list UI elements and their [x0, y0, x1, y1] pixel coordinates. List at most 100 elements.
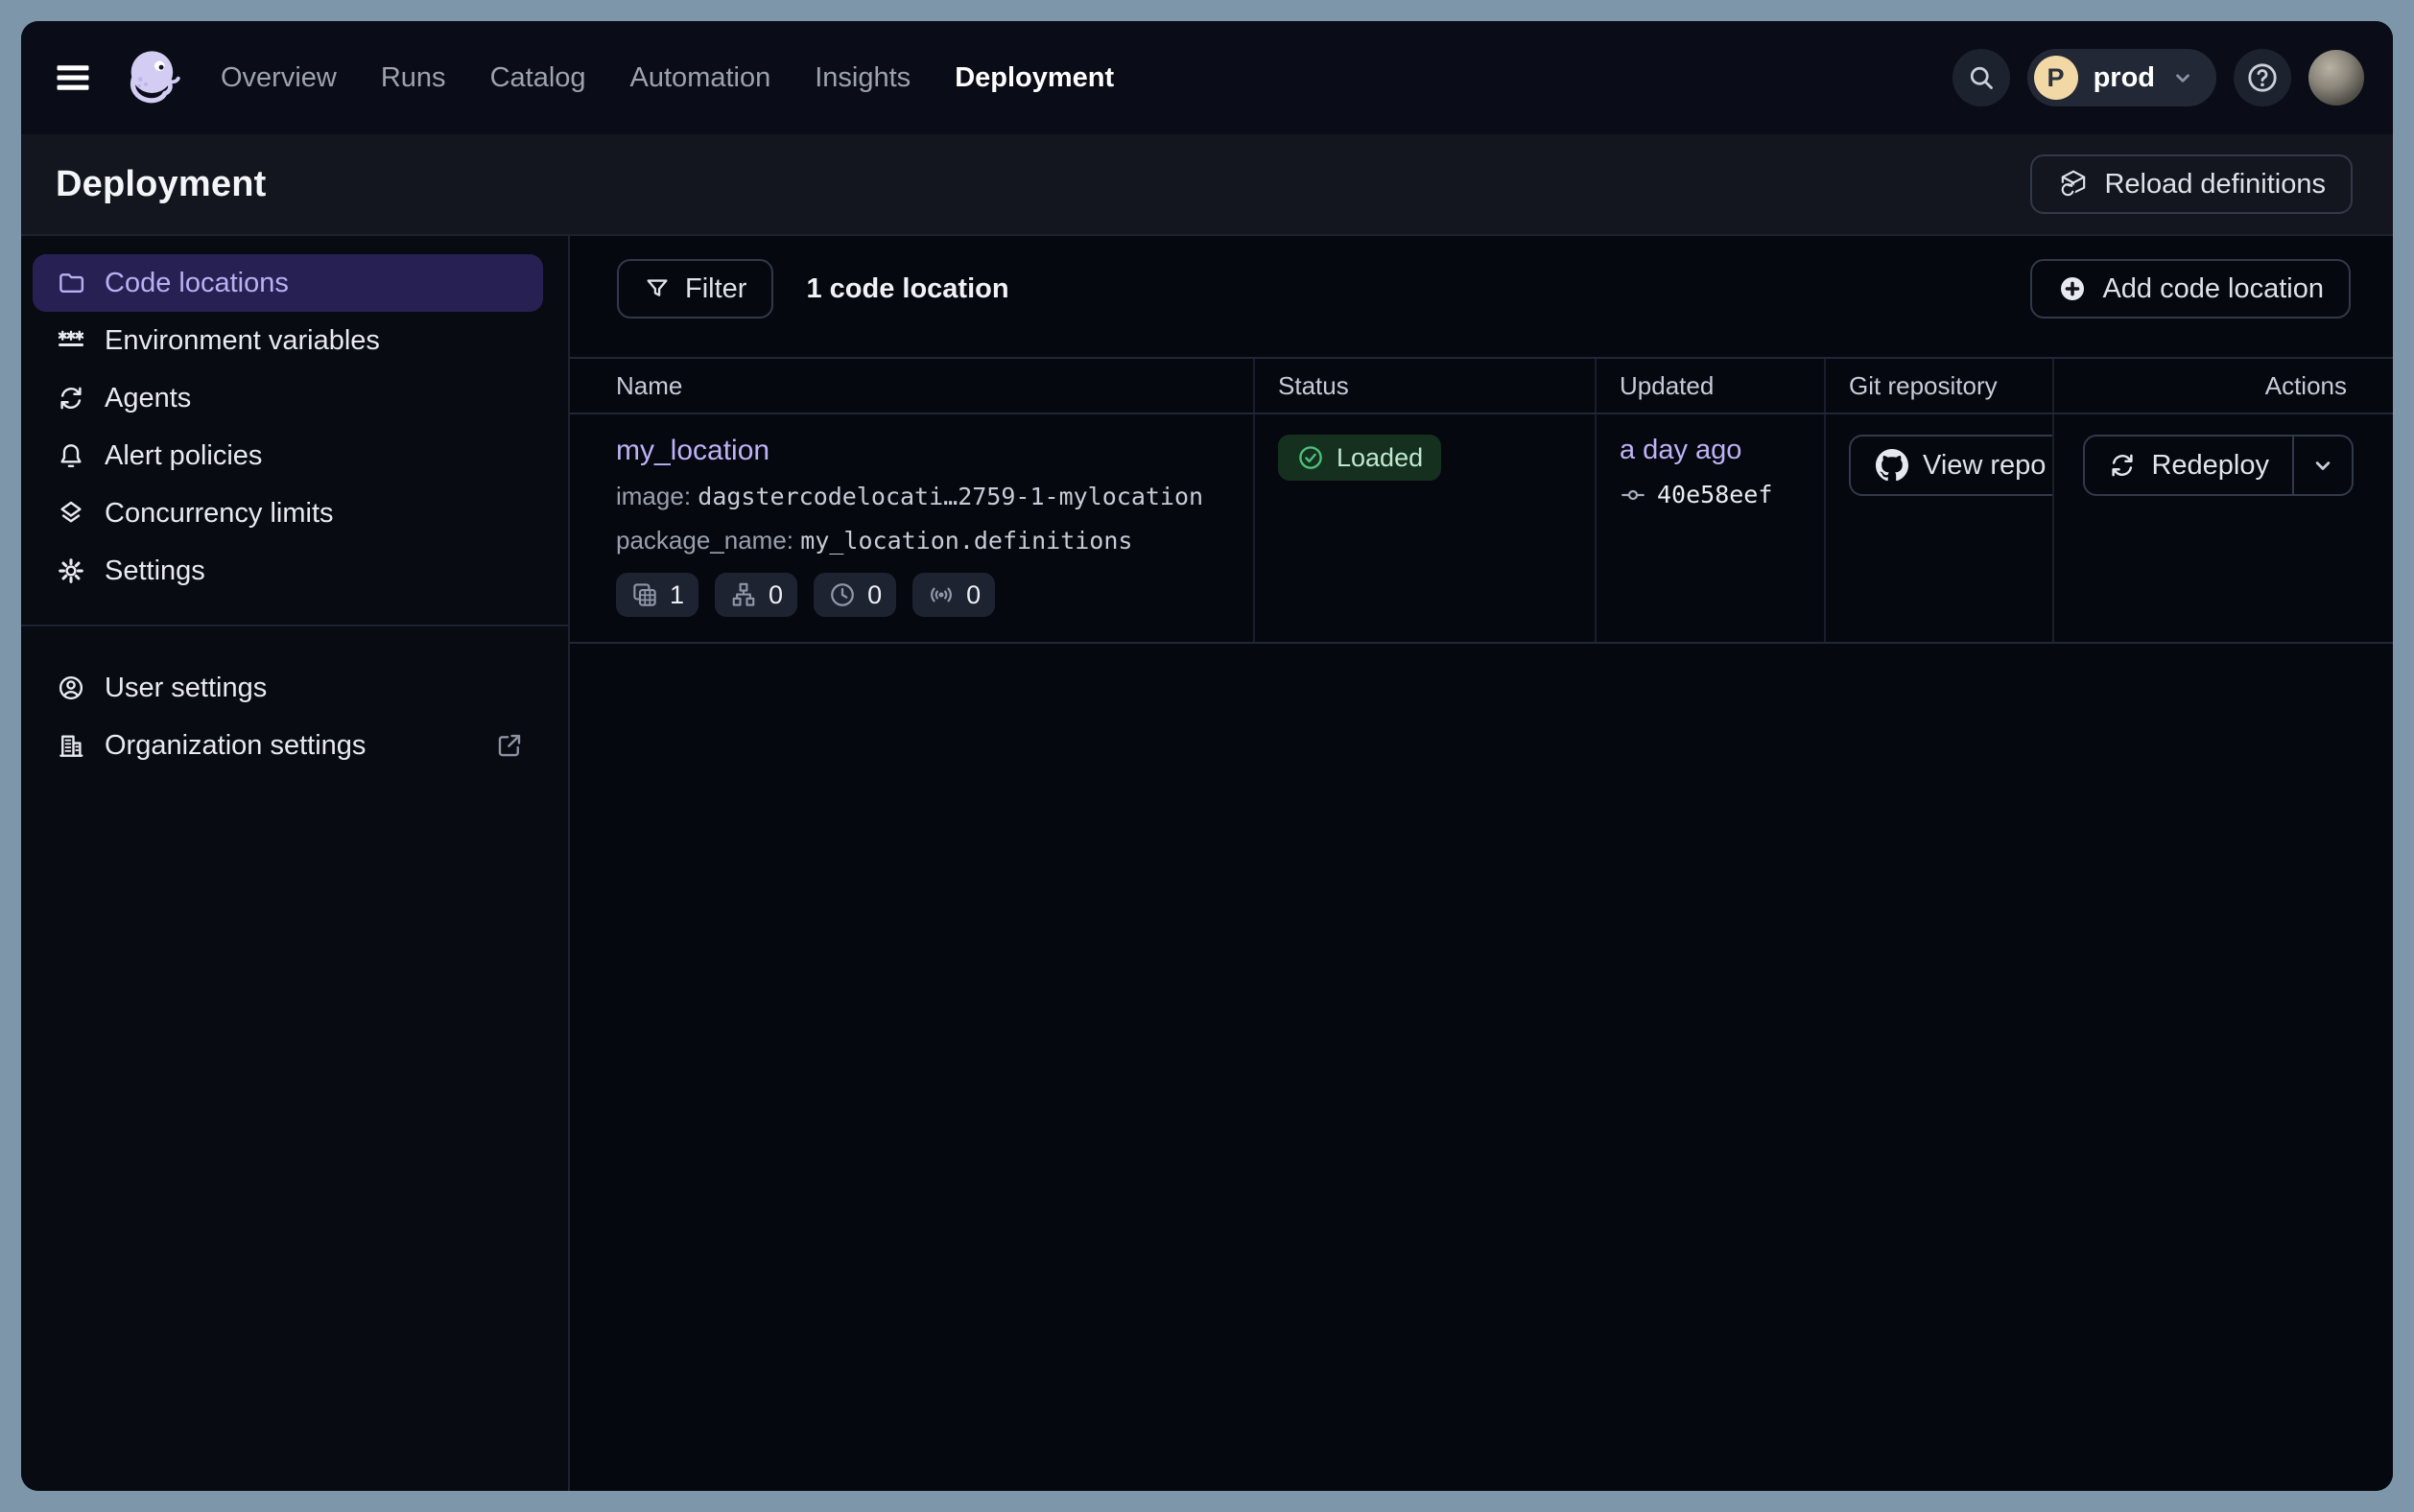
assets-count-badge: 1: [616, 573, 698, 617]
status-badge: Loaded: [1278, 435, 1441, 481]
toolbar: Filter 1 code location Add code location: [570, 236, 2393, 319]
nav-item-insights[interactable]: Insights: [815, 62, 911, 94]
sidebar-item-settings[interactable]: Settings: [33, 542, 543, 600]
redeploy-button[interactable]: Redeploy: [2085, 437, 2292, 494]
updated-cell: a day ago 40e58eef: [1597, 414, 1826, 642]
image-meta: image: dagstercodelocati…2759-1-mylocati…: [616, 482, 1253, 511]
content-area: Code locations Environment variables: [21, 236, 2393, 1491]
deployment-sidebar: Code locations Environment variables: [21, 236, 570, 1491]
commit-row: 40e58eef: [1620, 481, 1824, 508]
name-cell: my_location image: dagstercodelocati…275…: [570, 414, 1255, 642]
external-link-icon: [495, 731, 524, 760]
top-navigation: Overview Runs Catalog Automation Insight…: [21, 21, 2393, 134]
sensors-count-badge: 0: [912, 573, 995, 617]
deployment-initial-badge: P: [2034, 56, 2078, 100]
column-header-updated: Updated: [1597, 359, 1826, 413]
sync-icon: [57, 384, 85, 413]
primary-nav: Overview Runs Catalog Automation Insight…: [221, 62, 1114, 94]
topnav-right-controls: P prod: [1952, 49, 2364, 106]
actions-cell: Redeploy: [2054, 414, 2393, 642]
hamburger-menu-icon[interactable]: [56, 63, 98, 92]
chevron-down-icon: [2309, 452, 2336, 479]
package-label: package_name:: [616, 526, 793, 555]
sidebar-item-label: Agents: [105, 383, 191, 414]
plus-circle-icon: [2057, 273, 2088, 304]
jobs-count: 0: [769, 580, 783, 610]
status-label: Loaded: [1337, 443, 1423, 473]
sidebar-item-code-locations[interactable]: Code locations: [33, 254, 543, 312]
nav-item-deployment[interactable]: Deployment: [955, 62, 1114, 94]
dagster-logo[interactable]: [121, 45, 186, 110]
code-location-count: 1 code location: [806, 273, 1008, 305]
status-cell: Loaded: [1255, 414, 1597, 642]
sidebar-item-agents[interactable]: Agents: [33, 369, 543, 427]
redeploy-label: Redeploy: [2151, 450, 2269, 482]
column-header-status: Status: [1255, 359, 1597, 413]
sidebar-item-concurrency-limits[interactable]: Concurrency limits: [33, 484, 543, 542]
code-location-link[interactable]: my_location: [616, 435, 769, 467]
bell-icon: [57, 441, 85, 470]
page-title: Deployment: [56, 164, 266, 205]
nav-item-runs[interactable]: Runs: [381, 62, 446, 94]
commit-hash: 40e58eef: [1657, 481, 1772, 508]
gear-icon: [57, 556, 85, 585]
sidebar-item-environment-variables[interactable]: Environment variables: [33, 312, 543, 369]
deployment-name: prod: [2094, 62, 2155, 94]
add-code-location-label: Add code location: [2102, 273, 2324, 305]
assets-icon: [630, 580, 659, 609]
env-vars-icon: [57, 326, 85, 355]
folder-icon: [57, 269, 85, 297]
filter-label: Filter: [685, 273, 746, 305]
sensors-icon: [927, 580, 956, 609]
sidebar-item-label: Environment variables: [105, 325, 380, 357]
search-button[interactable]: [1952, 49, 2010, 106]
nav-item-catalog[interactable]: Catalog: [490, 62, 586, 94]
column-header-name: Name: [570, 359, 1255, 413]
add-code-location-button[interactable]: Add code location: [2030, 259, 2351, 319]
filter-funnel-icon: [644, 275, 671, 302]
sidebar-item-user-settings[interactable]: User settings: [33, 659, 543, 717]
reload-definitions-label: Reload definitions: [2104, 169, 2326, 201]
schedules-count-badge: 0: [814, 573, 896, 617]
person-circle-icon: [57, 673, 85, 702]
git-commit-icon: [1620, 482, 1646, 508]
sidebar-item-label: Alert policies: [105, 440, 262, 472]
updated-time-link[interactable]: a day ago: [1620, 435, 1741, 466]
package-meta: package_name: my_location.definitions: [616, 526, 1253, 555]
code-locations-table: Name Status Updated Git repository Actio…: [570, 357, 2393, 644]
redeploy-dropdown-toggle[interactable]: [2292, 437, 2352, 494]
sidebar-item-organization-settings[interactable]: Organization settings: [33, 717, 543, 774]
user-avatar[interactable]: [2308, 50, 2364, 106]
sidebar-item-label: Concurrency limits: [105, 498, 334, 530]
deployment-switcher[interactable]: P prod: [2027, 49, 2216, 106]
view-repo-label: View repo: [1923, 450, 2046, 482]
filter-button[interactable]: Filter: [617, 259, 773, 319]
nav-item-automation[interactable]: Automation: [630, 62, 771, 94]
jobs-count-badge: 0: [715, 573, 797, 617]
view-repo-button[interactable]: View repo: [1849, 435, 2054, 496]
github-icon: [1876, 449, 1908, 482]
help-button[interactable]: [2234, 49, 2291, 106]
schedules-count: 0: [867, 580, 882, 610]
sidebar-item-label: Code locations: [105, 268, 289, 299]
reload-definitions-button[interactable]: Reload definitions: [2030, 154, 2353, 214]
table-header-row: Name Status Updated Git repository Actio…: [570, 357, 2393, 414]
schedules-clock-icon: [828, 580, 857, 609]
app-window: Overview Runs Catalog Automation Insight…: [21, 21, 2393, 1491]
image-value: dagstercodelocati…2759-1-mylocation: [698, 483, 1203, 510]
sidebar-divider: [21, 625, 568, 626]
check-circle-icon: [1296, 443, 1325, 472]
sidebar-item-label: Organization settings: [105, 730, 366, 762]
building-icon: [57, 731, 85, 760]
jobs-icon: [729, 580, 758, 609]
image-label: image:: [616, 482, 691, 510]
redeploy-refresh-icon: [2108, 451, 2137, 480]
sidebar-item-label: Settings: [105, 555, 205, 587]
table-row: my_location image: dagstercodelocati…275…: [570, 414, 2393, 644]
redeploy-split-button: Redeploy: [2083, 435, 2354, 496]
page-header: Deployment Reload definitions: [21, 134, 2393, 236]
layers-icon: [57, 499, 85, 528]
definition-count-badges: 1: [616, 573, 1253, 617]
nav-item-overview[interactable]: Overview: [221, 62, 337, 94]
sidebar-item-alert-policies[interactable]: Alert policies: [33, 427, 543, 484]
